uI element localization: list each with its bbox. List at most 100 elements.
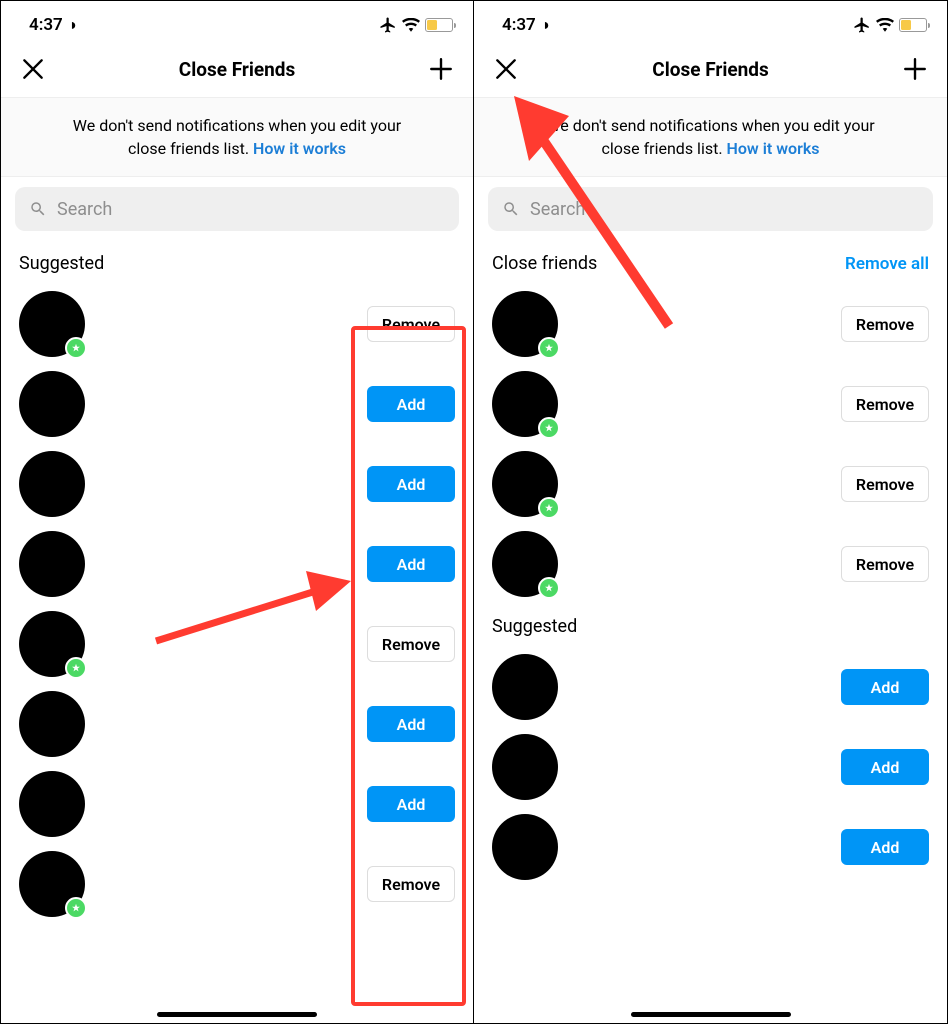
- home-indicator[interactable]: [157, 1012, 317, 1017]
- suggested-header: Suggested: [492, 616, 577, 637]
- phone-screenshot-left: 4:37 ◗ Close Friends We don't send notif…: [1, 1, 474, 1023]
- remove-button[interactable]: Remove: [841, 546, 929, 582]
- remove-all-button[interactable]: Remove all: [845, 254, 929, 274]
- wifi-icon: [876, 18, 894, 32]
- close-friends-header: Close friends: [492, 253, 597, 274]
- add-button[interactable]: Add: [367, 466, 455, 502]
- add-button[interactable]: Add: [367, 546, 455, 582]
- list-item: Remove: [19, 284, 455, 364]
- moon-icon: ◗: [69, 15, 79, 35]
- close-friend-star-icon: [538, 497, 560, 519]
- nav-bar: Close Friends: [1, 45, 473, 97]
- avatar[interactable]: [19, 291, 85, 357]
- list-item: Remove: [19, 604, 455, 684]
- list-item: Add: [19, 764, 455, 844]
- status-time-group: 4:37 ◗: [502, 15, 551, 35]
- list-item: Add: [19, 364, 455, 444]
- add-button[interactable]: Add: [841, 669, 929, 705]
- avatar[interactable]: [492, 451, 558, 517]
- close-friend-star-icon: [65, 657, 87, 679]
- avatar[interactable]: [492, 654, 558, 720]
- avatar[interactable]: [492, 734, 558, 800]
- battery-icon: [425, 18, 453, 32]
- list-item: Add: [19, 444, 455, 524]
- suggested-header: Suggested: [19, 253, 104, 274]
- avatar[interactable]: [19, 691, 85, 757]
- search-icon: [502, 200, 520, 218]
- close-friend-star-icon: [538, 417, 560, 439]
- remove-button[interactable]: Remove: [367, 866, 455, 902]
- status-bar: 4:37 ◗: [1, 1, 473, 45]
- notice-text-1: We don't send notifications when you edi…: [73, 116, 401, 135]
- list-item: Add: [19, 524, 455, 604]
- add-button[interactable]: [901, 55, 929, 83]
- add-button[interactable]: [427, 55, 455, 83]
- close-button[interactable]: [492, 55, 520, 83]
- list-item: Add: [19, 684, 455, 764]
- moon-icon: ◗: [542, 15, 552, 35]
- list-item: Remove: [19, 844, 455, 924]
- avatar[interactable]: [19, 371, 85, 437]
- notice-text-2: close friends list.: [602, 139, 723, 158]
- list-item: Remove: [492, 364, 929, 444]
- wifi-icon: [402, 18, 420, 32]
- status-time-group: 4:37 ◗: [29, 15, 78, 35]
- close-friend-star-icon: [65, 337, 87, 359]
- how-it-works-link[interactable]: How it works: [727, 139, 820, 158]
- search-input[interactable]: [57, 199, 445, 220]
- avatar[interactable]: [19, 451, 85, 517]
- status-icons: [379, 16, 453, 34]
- list-item: Add: [492, 727, 929, 807]
- avatar[interactable]: [492, 291, 558, 357]
- notice-text-1: We don't send notifications when you edi…: [546, 116, 874, 135]
- status-bar: 4:37 ◗: [474, 1, 947, 45]
- close-friend-star-icon: [538, 337, 560, 359]
- plus-icon: [902, 56, 928, 82]
- remove-button[interactable]: Remove: [367, 626, 455, 662]
- avatar[interactable]: [492, 531, 558, 597]
- page-title: Close Friends: [520, 58, 901, 81]
- close-friend-star-icon: [538, 577, 560, 599]
- search-input[interactable]: [530, 199, 919, 220]
- how-it-works-link[interactable]: How it works: [253, 139, 346, 158]
- add-button[interactable]: Add: [367, 786, 455, 822]
- search-icon: [29, 200, 47, 218]
- add-button[interactable]: Add: [841, 829, 929, 865]
- avatar[interactable]: [19, 771, 85, 837]
- list-item: Add: [492, 807, 929, 887]
- notice-text-2: close friends list.: [128, 139, 249, 158]
- close-friend-star-icon: [65, 897, 87, 919]
- nav-bar: Close Friends: [474, 45, 947, 97]
- search-box[interactable]: [15, 187, 459, 231]
- plus-icon: [428, 56, 454, 82]
- phone-screenshot-right: 4:37 ◗ Close Friends We don't send notif…: [474, 1, 947, 1023]
- notice-banner: We don't send notifications when you edi…: [1, 97, 473, 177]
- remove-button[interactable]: Remove: [367, 306, 455, 342]
- home-indicator[interactable]: [631, 1012, 791, 1017]
- status-time: 4:37: [502, 15, 536, 35]
- notice-banner: We don't send notifications when you edi…: [474, 97, 947, 177]
- add-button[interactable]: Add: [841, 749, 929, 785]
- close-icon: [20, 56, 46, 82]
- avatar[interactable]: [492, 814, 558, 880]
- remove-button[interactable]: Remove: [841, 306, 929, 342]
- list-item: Remove: [492, 444, 929, 524]
- airplane-icon: [853, 16, 871, 34]
- status-time: 4:37: [29, 15, 63, 35]
- close-icon: [493, 56, 519, 82]
- page-title: Close Friends: [47, 58, 427, 81]
- airplane-icon: [379, 16, 397, 34]
- add-button[interactable]: Add: [367, 706, 455, 742]
- avatar[interactable]: [492, 371, 558, 437]
- list-item: Add: [492, 647, 929, 727]
- avatar[interactable]: [19, 851, 85, 917]
- avatar[interactable]: [19, 531, 85, 597]
- list-item: Remove: [492, 524, 929, 604]
- add-button[interactable]: Add: [367, 386, 455, 422]
- battery-icon: [899, 18, 927, 32]
- search-box[interactable]: [488, 187, 933, 231]
- remove-button[interactable]: Remove: [841, 466, 929, 502]
- avatar[interactable]: [19, 611, 85, 677]
- close-button[interactable]: [19, 55, 47, 83]
- remove-button[interactable]: Remove: [841, 386, 929, 422]
